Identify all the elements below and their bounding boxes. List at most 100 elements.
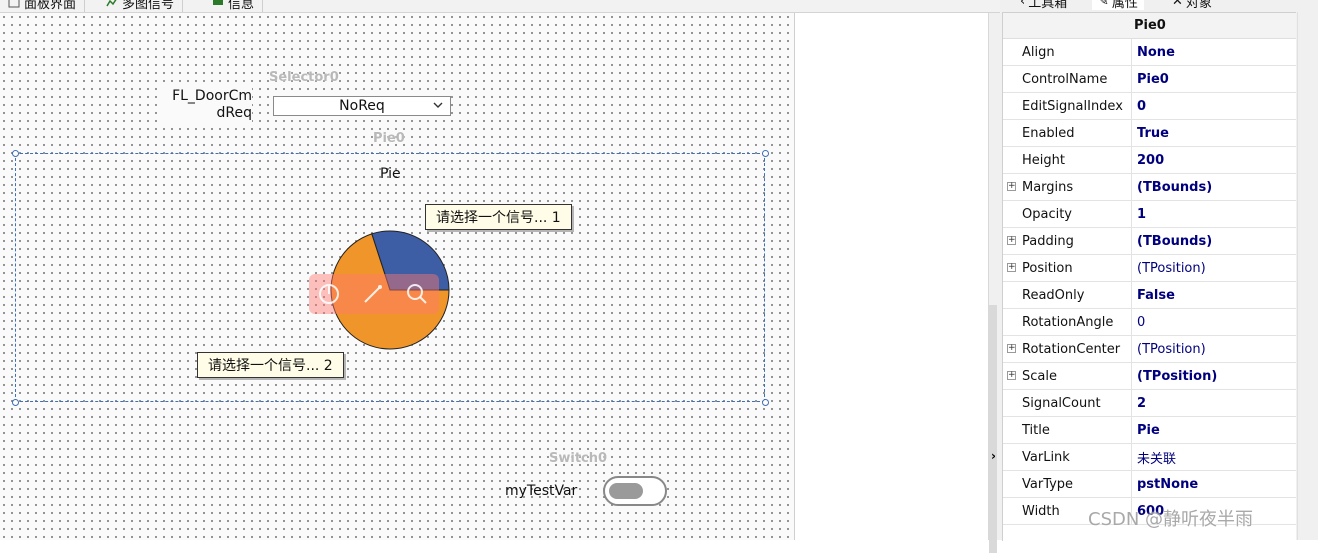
property-expander[interactable]: +	[1003, 336, 1021, 362]
resize-handle-top-left[interactable]	[12, 150, 19, 157]
property-expander[interactable]: +	[1003, 174, 1021, 200]
selector-caption-line: FL_DoorCm	[172, 88, 252, 104]
floating-toolbar[interactable]	[309, 274, 439, 314]
property-value[interactable]: 200	[1132, 147, 1164, 173]
property-value[interactable]: (TPosition)	[1132, 363, 1217, 389]
property-expander[interactable]: +	[1003, 363, 1021, 389]
magic-wand-icon[interactable]	[361, 282, 385, 306]
expand-plus-icon[interactable]: +	[1007, 182, 1016, 191]
property-row[interactable]: ReadOnly False	[1003, 282, 1296, 309]
watermark: CSDN @静听夜半雨	[1088, 509, 1254, 530]
property-row[interactable]: VarType pstNone	[1003, 471, 1296, 498]
property-name: Margins	[1021, 174, 1132, 200]
search-icon[interactable]	[405, 282, 429, 306]
property-value[interactable]: 0	[1132, 93, 1146, 119]
property-value[interactable]: False	[1132, 282, 1175, 308]
tab-multi-signal[interactable]: 多图信号	[98, 0, 184, 12]
property-expander	[1003, 444, 1021, 470]
property-value[interactable]: (TPosition)	[1132, 336, 1206, 362]
property-name: VarLink	[1021, 444, 1132, 470]
property-row[interactable]: Enabled True	[1003, 120, 1296, 147]
property-value[interactable]: Pie	[1132, 417, 1160, 443]
expand-plus-icon[interactable]: +	[1007, 263, 1016, 272]
property-expander[interactable]: +	[1003, 255, 1021, 281]
property-grid: Pie0 Align None ControlName Pie0 EditSignalI…	[1002, 12, 1296, 541]
property-value[interactable]: 0	[1132, 309, 1145, 335]
property-value[interactable]: 1	[1132, 201, 1146, 227]
property-value[interactable]: pstNone	[1132, 471, 1198, 497]
property-row[interactable]: SignalCount 2	[1003, 390, 1296, 417]
property-name: RotationCenter	[1021, 336, 1132, 362]
property-name: Align	[1021, 39, 1132, 65]
property-name: Height	[1021, 147, 1132, 173]
property-value[interactable]: (TPosition)	[1132, 255, 1206, 281]
editor-tab-bar: 面板界面 多图信号 信息	[0, 0, 1000, 13]
property-row[interactable]: + Scale (TPosition)	[1003, 363, 1296, 390]
toolbox-icon: ‹	[1020, 0, 1026, 9]
property-expander	[1003, 471, 1021, 497]
tab-panel-view[interactable]: 面板界面	[0, 0, 86, 12]
tab-toolbox[interactable]: ‹ 工具箱	[1014, 0, 1073, 10]
property-value[interactable]: (TBounds)	[1132, 228, 1212, 254]
expand-plus-icon[interactable]: +	[1007, 344, 1016, 353]
property-value[interactable]: None	[1132, 39, 1175, 65]
property-row[interactable]: + Padding (TBounds)	[1003, 228, 1296, 255]
scrollbar[interactable]	[1297, 12, 1318, 540]
property-name: VarType	[1021, 471, 1132, 497]
message-icon	[212, 0, 224, 8]
tab-objects[interactable]: ✕ 对象	[1166, 0, 1218, 10]
property-row[interactable]: Height 200	[1003, 147, 1296, 174]
property-name: Opacity	[1021, 201, 1132, 227]
switch-control-name: Switch0	[549, 451, 608, 466]
property-row[interactable]: Title Pie	[1003, 417, 1296, 444]
property-name: Title	[1021, 417, 1132, 443]
resize-handle-bottom-left[interactable]	[12, 399, 19, 406]
property-row[interactable]: Opacity 1	[1003, 201, 1296, 228]
property-expander	[1003, 498, 1021, 524]
property-expander[interactable]: +	[1003, 228, 1021, 254]
property-value[interactable]: True	[1132, 120, 1169, 146]
property-value[interactable]: (TBounds)	[1132, 174, 1212, 200]
property-rows: Align None ControlName Pie0 EditSignalIndex 0…	[1003, 39, 1296, 525]
property-row[interactable]: RotationAngle 0	[1003, 309, 1296, 336]
properties-icon: ✎	[1098, 0, 1109, 9]
tab-label: 对象	[1185, 0, 1212, 10]
property-name: Padding	[1021, 228, 1132, 254]
property-row[interactable]: Align None	[1003, 39, 1296, 66]
canvas-margin	[795, 13, 988, 540]
property-row[interactable]: + RotationCenter (TPosition)	[1003, 336, 1296, 363]
property-row[interactable]: VarLink 未关联	[1003, 444, 1296, 471]
property-value[interactable]: 未关联	[1132, 444, 1176, 470]
properties-panel: ‹ 工具箱 ✎ 属性 ✕ 对象 Pie0 Align None ControlNam…	[1000, 0, 1318, 541]
tab-properties[interactable]: ✎ 属性	[1092, 0, 1144, 10]
property-row[interactable]: + Margins (TBounds)	[1003, 174, 1296, 201]
property-name: RotationAngle	[1021, 309, 1132, 335]
property-row[interactable]: ControlName Pie0	[1003, 66, 1296, 93]
property-expander	[1003, 201, 1021, 227]
property-row[interactable]: + Position (TPosition)	[1003, 255, 1296, 282]
property-name: ReadOnly	[1021, 282, 1132, 308]
property-expander	[1003, 66, 1021, 92]
property-expander	[1003, 120, 1021, 146]
property-row[interactable]: EditSignalIndex 0	[1003, 93, 1296, 120]
selector-dropdown[interactable]: NoReq	[273, 96, 451, 116]
toggle-switch[interactable]	[603, 476, 667, 506]
expand-plus-icon[interactable]: +	[1007, 371, 1016, 380]
splitter-grip[interactable]	[989, 305, 997, 553]
property-value[interactable]: 2	[1132, 390, 1146, 416]
switch-caption: myTestVar	[505, 483, 578, 499]
resize-handle-bottom-right[interactable]	[762, 399, 769, 406]
power-icon[interactable]	[317, 282, 341, 306]
tab-label: 工具箱	[1028, 0, 1068, 10]
chevron-right-icon[interactable]: ›	[991, 449, 996, 463]
property-value[interactable]: Pie0	[1132, 66, 1169, 92]
property-expander	[1003, 147, 1021, 173]
resize-handle-top-right[interactable]	[762, 150, 769, 157]
property-grid-header: Pie0	[1003, 13, 1296, 39]
toggle-knob[interactable]	[609, 483, 643, 499]
selector-caption-line: dReq	[216, 105, 253, 121]
property-name: EditSignalIndex	[1021, 93, 1132, 119]
tab-info[interactable]: 信息	[204, 0, 264, 12]
pie-signal-tooltip-1: 请选择一个信号... 1	[425, 204, 572, 230]
expand-plus-icon[interactable]: +	[1007, 236, 1016, 245]
